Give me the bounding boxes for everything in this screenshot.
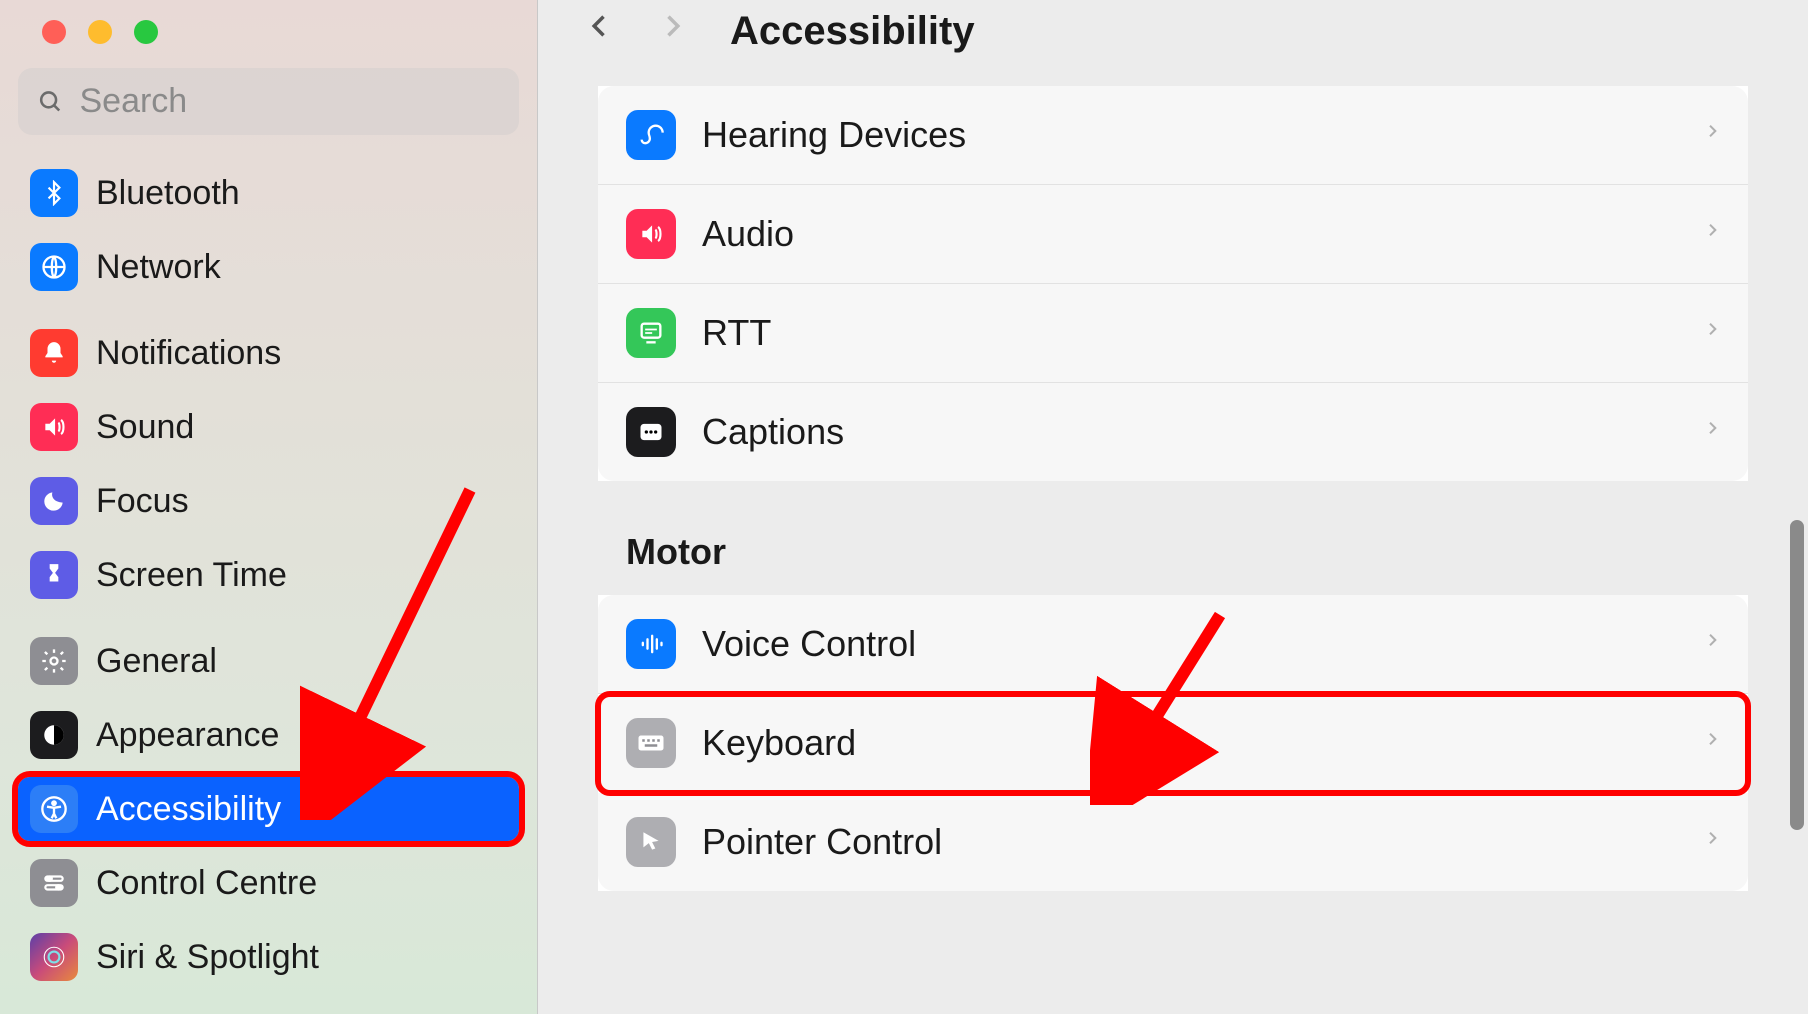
chevron-right-icon [1704, 725, 1720, 761]
captions-icon [626, 407, 676, 457]
row-hearing-devices[interactable]: Hearing Devices [598, 86, 1748, 185]
back-button[interactable] [578, 6, 622, 56]
settings-list: Voice Control Keyboard [598, 595, 1748, 891]
sidebar-item-screentime[interactable]: Screen Time [18, 543, 519, 607]
row-captions[interactable]: Captions [598, 383, 1748, 481]
notifications-icon [30, 329, 78, 377]
row-label: Hearing Devices [702, 114, 1704, 156]
accessibility-icon [30, 785, 78, 833]
sidebar-item-focus[interactable]: Focus [18, 469, 519, 533]
main-panel: Accessibility Hearing Devices [538, 0, 1808, 1014]
sidebar-item-notifications[interactable]: Notifications [18, 321, 519, 385]
sidebar-item-label: Sound [96, 408, 194, 447]
settings-window: Bluetooth Network Notifications [0, 0, 1808, 1014]
sidebar-item-bluetooth[interactable]: Bluetooth [18, 161, 519, 225]
sidebar-item-general[interactable]: General [18, 629, 519, 693]
row-keyboard[interactable]: Keyboard [598, 694, 1748, 793]
row-audio[interactable]: Audio [598, 185, 1748, 284]
sidebar-group: Notifications Sound Focus Screen Time [18, 321, 519, 607]
row-label: Voice Control [702, 623, 1704, 665]
close-window-button[interactable] [42, 20, 66, 44]
sidebar-item-label: Screen Time [96, 556, 287, 595]
row-voice-control[interactable]: Voice Control [598, 595, 1748, 694]
sidebar-item-label: Siri & Spotlight [96, 938, 319, 977]
sidebar-item-appearance[interactable]: Appearance [18, 703, 519, 767]
sidebar-item-sound[interactable]: Sound [18, 395, 519, 459]
settings-list: Hearing Devices Audio [598, 86, 1748, 481]
sidebar-item-controlcentre[interactable]: Control Centre [18, 851, 519, 915]
row-pointer-control[interactable]: Pointer Control [598, 793, 1748, 891]
chevron-right-icon [1704, 117, 1720, 153]
sidebar-item-label: Notifications [96, 334, 281, 373]
sidebar-item-label: Bluetooth [96, 174, 240, 213]
sidebar-item-label: Appearance [96, 716, 279, 755]
row-label: Captions [702, 411, 1704, 453]
sidebar-group: Bluetooth Network [18, 161, 519, 299]
sidebar-item-label: Network [96, 248, 221, 287]
search-input[interactable] [79, 82, 499, 121]
forward-button[interactable] [650, 6, 694, 56]
focus-icon [30, 477, 78, 525]
chevron-right-icon [1704, 414, 1720, 450]
chevron-right-icon [1704, 824, 1720, 860]
scrollbar-thumb[interactable] [1790, 520, 1804, 830]
row-rtt[interactable]: RTT [598, 284, 1748, 383]
audio-icon [626, 209, 676, 259]
appearance-icon [30, 711, 78, 759]
row-label: Pointer Control [702, 821, 1704, 863]
window-controls [18, 10, 519, 68]
screentime-icon [30, 551, 78, 599]
row-label: RTT [702, 312, 1704, 354]
sidebar-item-network[interactable]: Network [18, 235, 519, 299]
panel-header: Accessibility [538, 0, 1808, 86]
sidebar-group: General Appearance Accessibility Control… [18, 629, 519, 989]
section-header-motor: Motor [598, 531, 1748, 595]
rtt-icon [626, 308, 676, 358]
search-field[interactable] [18, 68, 519, 135]
network-icon [30, 243, 78, 291]
chevron-right-icon [1704, 626, 1720, 662]
pointer-icon [626, 817, 676, 867]
page-title: Accessibility [730, 9, 975, 54]
hearing-icon [626, 110, 676, 160]
chevron-right-icon [1704, 216, 1720, 252]
sidebar-item-label: Focus [96, 482, 189, 521]
content-area: Hearing Devices Audio [538, 86, 1808, 1014]
sidebar-item-label: Accessibility [96, 790, 281, 829]
general-icon [30, 637, 78, 685]
zoom-window-button[interactable] [134, 20, 158, 44]
row-label: Keyboard [702, 722, 1704, 764]
row-label: Audio [702, 213, 1704, 255]
sound-icon [30, 403, 78, 451]
bluetooth-icon [30, 169, 78, 217]
sidebar-item-accessibility[interactable]: Accessibility [18, 777, 519, 841]
chevron-right-icon [1704, 315, 1720, 351]
sidebar: Bluetooth Network Notifications [0, 0, 538, 1014]
controlcentre-icon [30, 859, 78, 907]
sidebar-item-label: General [96, 642, 217, 681]
keyboard-icon [626, 718, 676, 768]
sidebar-item-label: Control Centre [96, 864, 317, 903]
minimize-window-button[interactable] [88, 20, 112, 44]
siri-icon [30, 933, 78, 981]
sidebar-item-siri[interactable]: Siri & Spotlight [18, 925, 519, 989]
search-icon [38, 88, 63, 116]
voicecontrol-icon [626, 619, 676, 669]
